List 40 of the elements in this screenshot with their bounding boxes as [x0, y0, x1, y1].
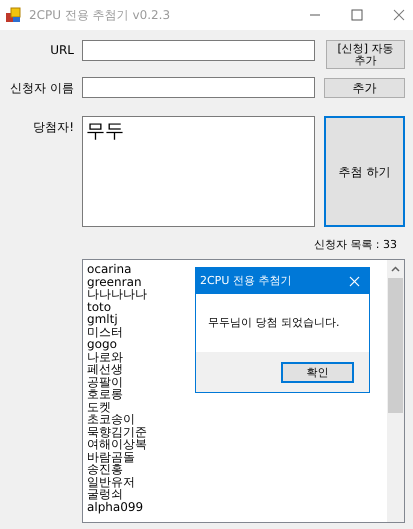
list-item[interactable]: 페선생: [87, 363, 123, 376]
list-item[interactable]: gogo: [87, 338, 117, 350]
list-item[interactable]: 도켓: [87, 400, 111, 413]
list-item[interactable]: 바람곰돌: [87, 450, 135, 463]
scroll-thumb[interactable]: [388, 278, 403, 413]
applicant-count: 신청자 목록 : 33: [314, 237, 397, 253]
scrollbar[interactable]: [387, 260, 404, 522]
list-item[interactable]: 미스터: [87, 326, 123, 338]
dialog-title: 2CPU 전용 추첨기: [200, 272, 292, 289]
list-item[interactable]: 공팔이: [87, 376, 123, 388]
list-item[interactable]: gmltj: [87, 313, 118, 326]
window-title: 2CPU 전용 추첨기 v0.2.3: [29, 7, 170, 24]
auto-add-button[interactable]: [신청] 자동 추가: [326, 40, 405, 69]
winner-label: 당첨자!: [32, 119, 74, 136]
app-icon: [5, 7, 21, 23]
list-item[interactable]: greenran: [87, 276, 142, 288]
add-button[interactable]: 추가: [324, 78, 405, 98]
draw-button[interactable]: 추첨 하기: [324, 116, 405, 227]
list-item[interactable]: toto: [87, 300, 112, 313]
close-icon[interactable]: [393, 9, 405, 21]
list-item[interactable]: 나나나나나: [87, 288, 147, 300]
scroll-up-icon[interactable]: [391, 266, 400, 272]
url-input[interactable]: [82, 40, 315, 61]
list-item[interactable]: 묵향김기준: [87, 426, 147, 438]
list-item[interactable]: 굴렁쇠: [87, 488, 123, 500]
list-item[interactable]: 여해이상복: [87, 438, 147, 450]
list-item[interactable]: 초코송이: [87, 413, 135, 426]
maximize-icon[interactable]: [351, 9, 363, 21]
applicant-name-input[interactable]: [82, 77, 315, 98]
list-item[interactable]: 송진홍: [87, 463, 123, 476]
list-item[interactable]: 일반유저: [87, 476, 135, 488]
dialog-message: 무두님이 당첨 되었습니다.: [208, 314, 340, 331]
winner-textbox[interactable]: 무두: [82, 116, 315, 227]
applicant-name-label: 신청자 이름: [9, 80, 74, 96]
ok-button[interactable]: 확인: [281, 362, 354, 382]
list-item[interactable]: 나로와: [87, 350, 123, 363]
list-item[interactable]: ocarina: [87, 263, 132, 276]
list-item[interactable]: alpha099: [87, 500, 144, 513]
url-label: URL: [49, 42, 74, 59]
list-item[interactable]: 호로롱: [87, 388, 123, 400]
